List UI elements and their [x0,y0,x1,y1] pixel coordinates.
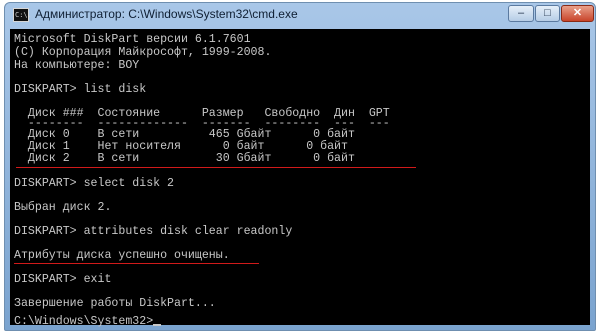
red-underline [14,263,259,264]
text-cursor [153,324,162,326]
window-title: Администратор: C:\Windows\System32\cmd.e… [35,7,298,21]
disk-table-row: Диск 2 В сети 30 Gбайт 0 байт [14,152,355,165]
console-line: Microsoft DiskPart версии 6.1.7601 [14,33,251,46]
close-button[interactable]: ✕ [561,5,594,22]
console-line: Выбран диск 2. [14,201,112,214]
console-prompt[interactable]: C:\Windows\System32> [14,315,162,328]
cmd-window: C:\. Администратор: C:\Windows\System32\… [4,2,596,331]
console-line: На компьютере: BOY [14,59,140,72]
prompt-text: C:\Windows\System32> [14,315,154,328]
minimize-button[interactable]: – [508,5,534,22]
console-output[interactable]: Microsoft DiskPart версии 6.1.7601 (C) К… [10,29,590,328]
maximize-button[interactable]: □ [535,5,560,22]
console-command-line: DISKPART> list disk [14,83,147,96]
title-bar[interactable]: C:\. Администратор: C:\Windows\System32\… [5,3,595,27]
red-underline [16,167,416,168]
console-line: Завершение работы DiskPart... [14,297,216,310]
console-command-line: DISKPART> exit [14,273,112,286]
success-message: Атрибуты диска успешно очищены. [14,249,230,262]
console-line: (C) Корпорация Майкрософт, 1999-2008. [14,46,272,59]
console-command-line: DISKPART> select disk 2 [14,177,175,190]
cmd-app-icon[interactable]: C:\. [13,8,32,22]
console-command-line: DISKPART> attributes disk clear readonly [14,225,293,238]
